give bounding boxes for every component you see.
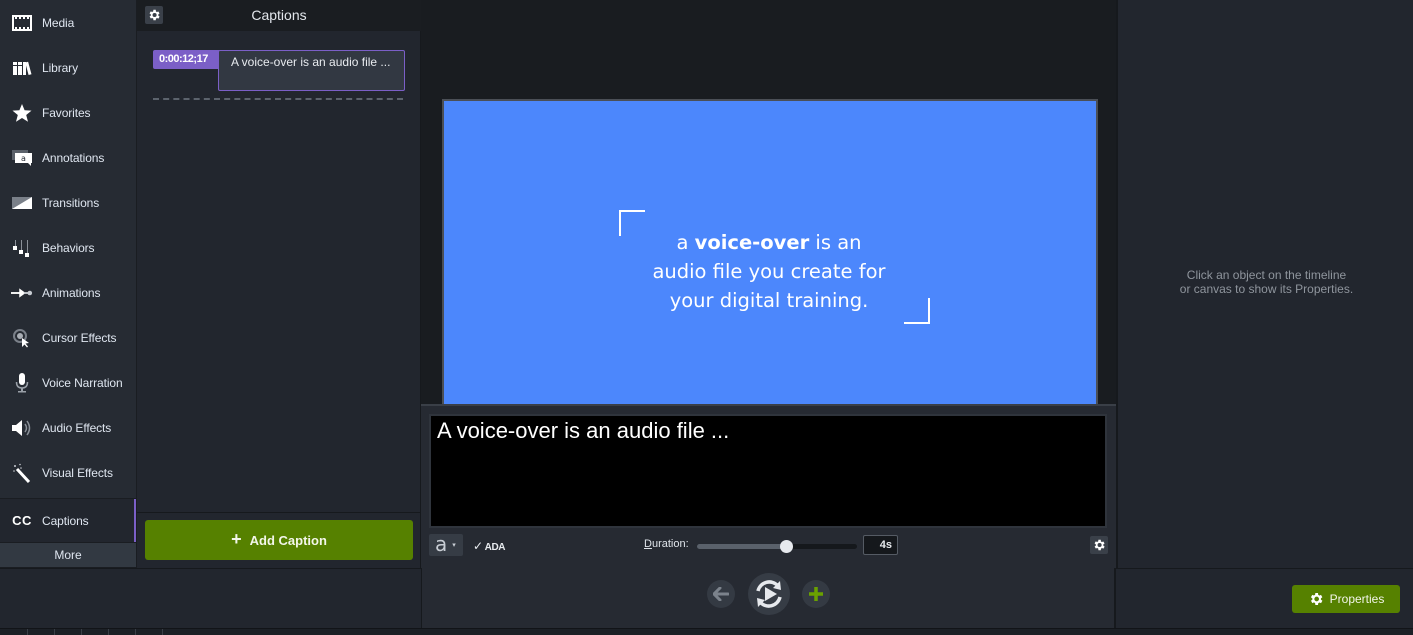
books-icon [11, 58, 33, 78]
ada-compliance-toggle[interactable]: ✓ ADA [473, 539, 506, 553]
gear-icon [1094, 539, 1105, 551]
slide-text-line-3: your digital training. [669, 289, 869, 312]
playback-controls [421, 568, 1116, 628]
sidebar-item-captions[interactable]: CC Captions [0, 498, 136, 543]
checkmark-icon: ✓ [473, 539, 483, 553]
plus-icon [809, 587, 823, 601]
ruler-tick [135, 629, 136, 635]
ruler-tick [162, 629, 163, 635]
slide-text-line-2: audio file you create for [652, 260, 886, 283]
previous-caption-button[interactable] [707, 580, 735, 608]
animation-arrow-icon [11, 283, 33, 303]
star-icon [11, 103, 33, 123]
slide-text-line-1: a voice-over is an [676, 231, 862, 254]
ada-label: ADA [484, 542, 506, 553]
duration-input[interactable]: 4s [863, 535, 898, 555]
duration-label: Duration: [644, 538, 689, 550]
captions-panel: Captions 0:00:12;17 A voice-over is an a… [137, 0, 421, 568]
cc-icon: CC [12, 513, 32, 528]
canvas-area: a voice-over is an audio file you create… [421, 0, 1116, 405]
sidebar-item-favorites[interactable]: Favorites [0, 90, 136, 135]
behaviors-icon [11, 238, 33, 258]
sidebar-item-label: Captions [42, 513, 89, 528]
font-icon: a [435, 531, 448, 556]
editor-settings-button[interactable] [1090, 536, 1108, 554]
play-loop-button[interactable] [748, 573, 790, 615]
captions-panel-header: Captions [137, 0, 421, 31]
sidebar-item-library[interactable]: Library [0, 45, 136, 90]
add-caption-label: Add Caption [249, 532, 327, 548]
duration-slider[interactable] [697, 540, 857, 553]
sidebar-item-media[interactable]: Media [0, 0, 136, 45]
canvas-slide[interactable]: a voice-over is an audio file you create… [442, 99, 1098, 405]
sidebar-item-label: Animations [42, 285, 101, 300]
annotation-icon: a [11, 148, 33, 168]
caption-editor: A voice-over is an audio file ... a ▾ ✓ A… [421, 404, 1116, 568]
slide-text: a voice-over is an audio file you create… [594, 228, 944, 315]
ruler-tick [54, 629, 55, 635]
microphone-icon [11, 372, 33, 393]
film-icon [11, 13, 33, 33]
timeline-ruler [0, 628, 1413, 635]
gear-icon [1310, 593, 1323, 605]
sidebar-item-label: Audio Effects [42, 420, 112, 435]
sidebar-item-label: Visual Effects [42, 465, 113, 480]
properties-button[interactable]: Properties [1292, 585, 1400, 613]
chevron-down-icon: ▾ [452, 542, 456, 549]
sidebar-item-label: Behaviors [42, 240, 95, 255]
cursor-icon [11, 328, 33, 348]
sidebar-item-animations[interactable]: Animations [0, 270, 136, 315]
sidebar-item-voice-narration[interactable]: Voice Narration [0, 360, 136, 405]
duration-slider-fill [697, 544, 787, 549]
sidebar-item-audio-effects[interactable]: Audio Effects [0, 405, 136, 450]
properties-hint: Click an object on the timeline or canva… [1179, 268, 1354, 296]
caption-timestamp[interactable]: 0:00:12;17 [153, 50, 219, 69]
sidebar-item-label: Annotations [42, 150, 105, 165]
ruler-tick [27, 629, 28, 635]
sidebar-item-annotations[interactable]: a Annotations [0, 135, 136, 180]
captions-panel-title: Captions [251, 7, 307, 23]
properties-panel: Click an object on the timeline or canva… [1116, 0, 1413, 568]
font-dropdown-button[interactable]: a ▾ [429, 534, 463, 556]
sidebar-item-label: Transitions [42, 195, 100, 210]
ruler-tick [81, 629, 82, 635]
add-caption-after-button[interactable] [802, 580, 830, 608]
sidebar-item-cursor-effects[interactable]: Cursor Effects [0, 315, 136, 360]
add-caption-button[interactable]: + Add Caption [145, 520, 413, 560]
sidebar-item-behaviors[interactable]: Behaviors [0, 225, 136, 270]
caption-insert-divider [153, 98, 403, 100]
properties-button-label: Properties [1329, 592, 1385, 606]
svg-text:a: a [21, 154, 26, 163]
caption-list-item[interactable]: A voice-over is an audio file ... [218, 50, 405, 91]
sidebar-item-transitions[interactable]: Transitions [0, 180, 136, 225]
play-loop-icon [756, 580, 782, 608]
sidebar-item-label: Library [42, 60, 78, 75]
app-window: Media Library Favorites a Annotations Tr… [0, 0, 1413, 635]
sidebar-item-label: Cursor Effects [42, 330, 117, 345]
magic-wand-icon [11, 463, 33, 483]
speaker-icon [11, 418, 33, 438]
sidebar-item-label: Voice Narration [42, 375, 123, 390]
transition-icon [11, 193, 33, 213]
duration-slider-thumb[interactable] [779, 540, 793, 553]
sidebar-item-label: Favorites [42, 105, 91, 120]
caption-text-input[interactable]: A voice-over is an audio file ... [429, 414, 1107, 528]
arrow-left-icon [713, 587, 729, 601]
plus-icon: + [231, 528, 242, 549]
sidebar-nav: Media Library Favorites a Annotations Tr… [0, 0, 137, 568]
sidebar-item-visual-effects[interactable]: Visual Effects [0, 450, 136, 495]
ruler-tick [108, 629, 109, 635]
sidebar-item-label: Media [42, 15, 75, 30]
slide-text-bold: voice-over [694, 231, 810, 254]
divider [137, 512, 421, 513]
more-button[interactable]: More [0, 543, 136, 568]
